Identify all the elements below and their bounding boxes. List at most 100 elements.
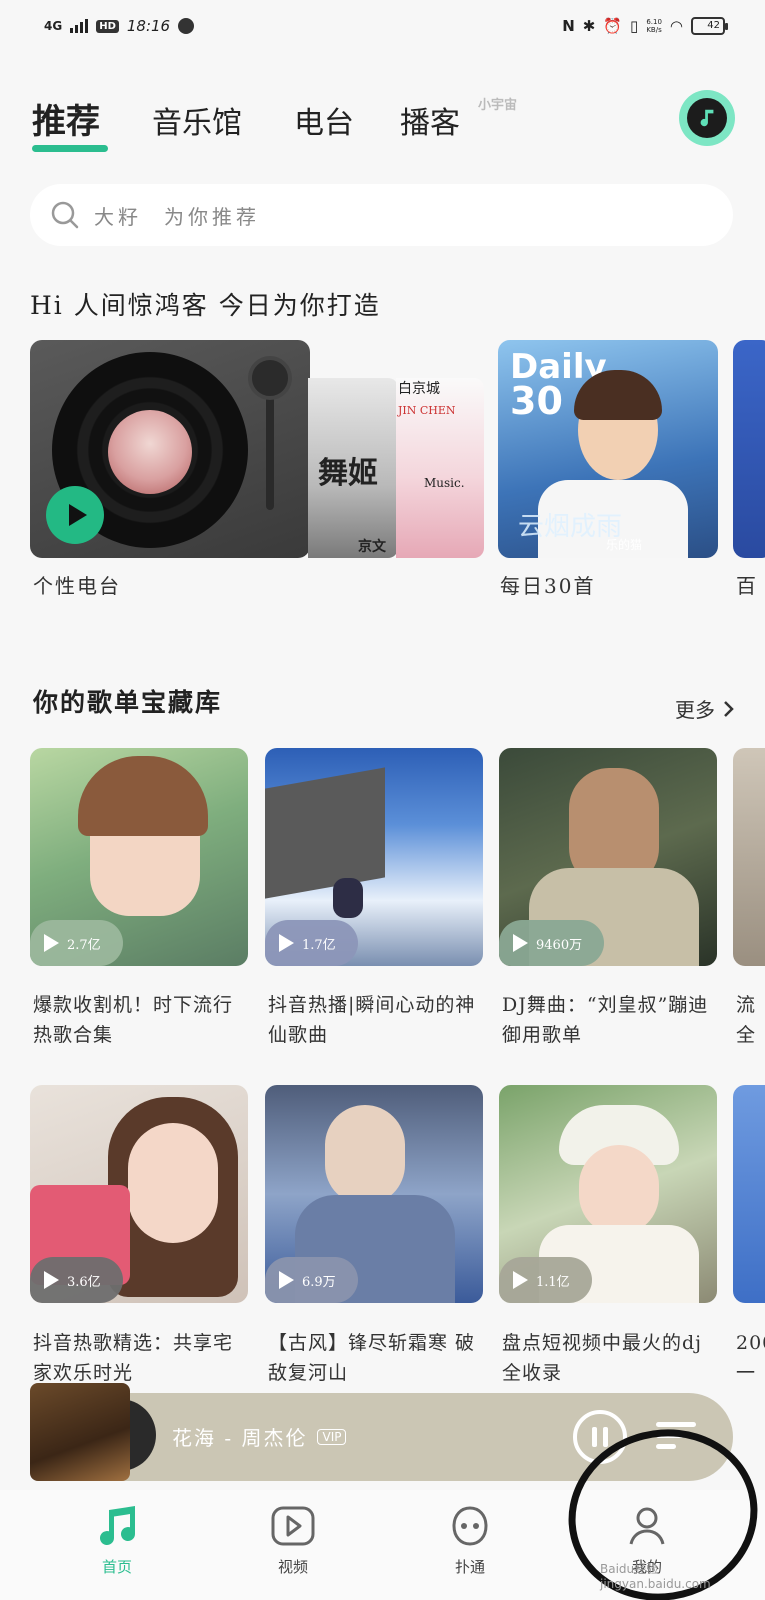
net-speed: 6.10 KB/s [646, 18, 662, 34]
tab-podcast[interactable]: 播客 [400, 98, 460, 142]
play-count: 6.9万 [302, 1274, 336, 1290]
play-icon [279, 1271, 294, 1289]
more-label: 更多 [675, 698, 715, 722]
partial-featured-card[interactable] [733, 340, 765, 558]
play-count-badge: 2.7亿 [30, 920, 123, 966]
tab-recommend[interactable]: 推荐 [32, 94, 100, 143]
partial-title-line-2: 一 [736, 1362, 757, 1384]
stack-calligraphy: 舞姬 [318, 456, 378, 491]
playlist-card-5[interactable]: 6.9万 [265, 1085, 483, 1303]
nav-home[interactable]: 首页 [62, 1502, 172, 1577]
vinyl-cover-art [108, 410, 192, 494]
nav-home-label: 首页 [101, 1558, 132, 1576]
stack-bottom-text: 京文化 [358, 539, 386, 555]
playlist-title: DJ舞曲：“刘皇叔”蹦迪御用歌单 [502, 994, 709, 1046]
playlist-section-title: 你的歌单宝藏库 [33, 688, 223, 717]
queue-icon [656, 1422, 696, 1427]
mini-player-title[interactable]: 花海 - 周杰伦 VIP [172, 1422, 347, 1451]
tab-radio[interactable]: 电台 [294, 98, 354, 142]
status-left: 4G HD 18:16 [44, 17, 195, 35]
alarm-icon: ⏰ [603, 17, 623, 35]
radio-play-button[interactable] [46, 486, 104, 544]
search-placeholder-hint: 为你推荐 [164, 204, 260, 229]
search-placeholder-keyword: 大籽 [94, 204, 142, 229]
nfc-icon: N [562, 17, 575, 35]
signal-icon [70, 19, 89, 33]
music-note-icon [687, 98, 727, 138]
playlist-card-6[interactable]: 1.1亿 [499, 1085, 717, 1303]
stack-name: JIN CHEN [398, 404, 456, 417]
app-notification-icon [178, 18, 195, 34]
personal-radio-card[interactable] [30, 340, 310, 558]
bluetooth-icon: ✱ [582, 17, 596, 35]
daily-30-label: 每日30首 [500, 574, 596, 598]
radio-stack-cover-1[interactable]: 舞姬 京文化 [308, 378, 398, 558]
daily-30-card[interactable]: Daily 30 云烟成雨 乐的猫 [498, 340, 718, 558]
battery-level: 42 [707, 20, 720, 31]
play-count: 2.7亿 [67, 937, 101, 953]
playlist-card-3[interactable]: 9460万 [499, 748, 717, 966]
play-icon [68, 504, 87, 526]
hd-badge: HD [96, 19, 119, 33]
music-recognition-button[interactable] [679, 90, 735, 146]
play-count-badge: 3.6亿 [30, 1257, 123, 1303]
playlist-card-4[interactable]: 3.6亿 [30, 1085, 248, 1303]
smile-face-icon [452, 1506, 488, 1546]
play-count: 1.7亿 [302, 937, 336, 953]
greeting-title: Hi 人间惊鸿客 今日为你打造 [30, 291, 381, 320]
play-count-badge: 1.1亿 [499, 1257, 592, 1303]
stack-music: Music. [424, 476, 465, 490]
nav-putong-label: 扑通 [454, 1558, 485, 1576]
partial-title-line-2: 全 [736, 1024, 757, 1046]
pause-icon [592, 1427, 597, 1447]
playlist-5-portrait [325, 1105, 405, 1205]
playlist-title: 【古风】锋尽斩霜寒 破敌复河山 [268, 1332, 476, 1384]
partial-title-line-1: 流 [736, 994, 757, 1016]
playlist-4-portrait [128, 1123, 218, 1243]
status-bar: 4G HD 18:16 N ✱ ⏰ ▯ 6.10 KB/s ◠ 42 [0, 0, 765, 52]
video-play-icon [271, 1506, 315, 1546]
chevron-right-icon [724, 700, 734, 717]
nav-video-label: 视频 [277, 1558, 308, 1576]
clock: 18:16 [126, 17, 171, 35]
tonearm-base [248, 356, 292, 400]
watermark: Baidu经验 jingyan.baidu.com [600, 1562, 711, 1591]
playlist-card-1[interactable]: 2.7亿 [30, 748, 248, 966]
playlist-title: 抖音热播|瞬间心动的神仙歌曲 [268, 994, 476, 1046]
daily-title-number: 30 [510, 379, 563, 423]
daily-subcaption: 乐的猫 [606, 538, 643, 552]
playlist-6-portrait [579, 1145, 659, 1235]
top-nav: 推荐 音乐馆 电台 播客 小宇宙 [30, 88, 735, 158]
playlist-title: 抖音热歌精选：共享宅家欢乐时光 [33, 1332, 234, 1384]
stack-top-text: 白京城 [398, 381, 440, 397]
pause-icon [603, 1427, 608, 1447]
play-count-badge: 6.9万 [265, 1257, 358, 1303]
mini-player-cover[interactable] [30, 1383, 130, 1481]
search-bar[interactable]: 大籽 为你推荐 [30, 184, 733, 246]
active-tab-indicator [32, 145, 108, 152]
radio-stack-cover-2[interactable]: 白京城 JIN CHEN Music. [396, 378, 484, 558]
playlist-title: 盘点短视频中最火的dj全收录 [502, 1332, 703, 1384]
vip-badge: VIP [317, 1428, 347, 1445]
play-icon [44, 934, 59, 952]
battery-icon: 42 [691, 17, 728, 35]
play-icon [279, 934, 294, 952]
more-link[interactable]: 更多 [675, 694, 735, 723]
play-count-badge: 1.7亿 [265, 920, 358, 966]
playlist-title-partial: 200 一 [736, 1328, 765, 1388]
partial-title-line-1: 200 [736, 1332, 765, 1354]
playlist-1-hair [78, 756, 208, 836]
playlist-card-partial-2[interactable] [733, 1085, 765, 1303]
nav-video[interactable]: 视频 [238, 1502, 348, 1577]
play-icon [513, 1271, 528, 1289]
music-note-icon [100, 1506, 135, 1546]
playlist-title-partial: 流全 [736, 990, 765, 1050]
nav-putong[interactable]: 扑通 [415, 1502, 525, 1577]
play-count: 9460万 [536, 937, 583, 953]
now-playing-title: 花海 - 周杰伦 [172, 1426, 308, 1450]
playlist-card-2[interactable]: 1.7亿 [265, 748, 483, 966]
playlist-card-partial-1[interactable] [733, 748, 765, 966]
wifi-icon: ◠ [669, 17, 683, 35]
tab-music-hall[interactable]: 音乐馆 [152, 98, 242, 142]
playlist-title: 爆款收割机！时下流行热歌合集 [33, 994, 234, 1046]
